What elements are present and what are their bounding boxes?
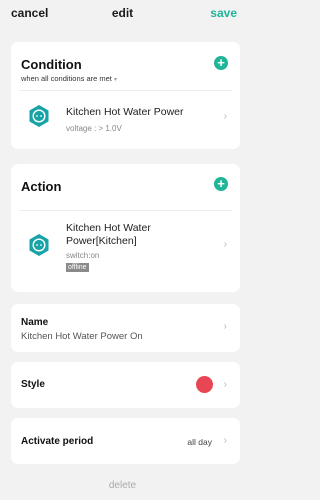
action-device-name-line2: Power[Kitchen] [66,235,137,247]
page-title: edit [111,6,134,20]
chevron-right-icon: › [223,435,227,446]
condition-mode-label: when all conditions are met [21,74,112,83]
add-action-button[interactable]: + [214,177,228,191]
smart-plug-icon [29,105,49,127]
activate-period-label: Activate period [21,436,94,447]
chevron-right-icon: › [223,379,227,390]
style-color-swatch [196,376,213,393]
chevron-right-icon: › [223,111,227,122]
condition-device-name: Kitchen Hot Water Power [66,106,184,118]
style-label: Style [21,379,45,390]
action-title: Action [21,179,62,194]
condition-card: Condition + when all conditions are met … [11,42,240,149]
name-label: Name [21,317,49,328]
action-device-name-line1: Kitchen Hot Water [66,222,151,234]
chevron-right-icon: › [223,239,227,250]
action-device-detail: switch:on [66,251,100,260]
action-device-name: Kitchen Hot Water Power[Kitchen] [66,222,151,248]
delete-button[interactable]: delete [0,480,245,491]
activate-period-row[interactable]: Activate period all day › [11,418,240,464]
smart-plug-icon [29,234,49,256]
name-row[interactable]: Name Kitchen Hot Water Power On › [11,304,240,352]
chevron-down-icon: ▾ [113,77,117,83]
condition-mode-selector[interactable]: when all conditions are met ▾ [21,74,117,83]
status-badge: offline [66,263,89,272]
top-bar: cancel edit save [0,0,245,26]
condition-title: Condition [21,57,82,72]
divider [19,210,232,211]
activate-period-value: all day [187,437,212,447]
chevron-right-icon: › [223,321,227,332]
save-button[interactable]: save [210,6,237,20]
name-value: Kitchen Hot Water Power On [21,331,143,342]
divider [19,90,232,91]
action-card: Action + Kitchen Hot Water Power[Kitchen… [11,164,240,292]
style-row[interactable]: Style › [11,362,240,408]
add-condition-button[interactable]: + [214,56,228,70]
condition-device-detail: voltage : > 1.0V [66,124,122,133]
